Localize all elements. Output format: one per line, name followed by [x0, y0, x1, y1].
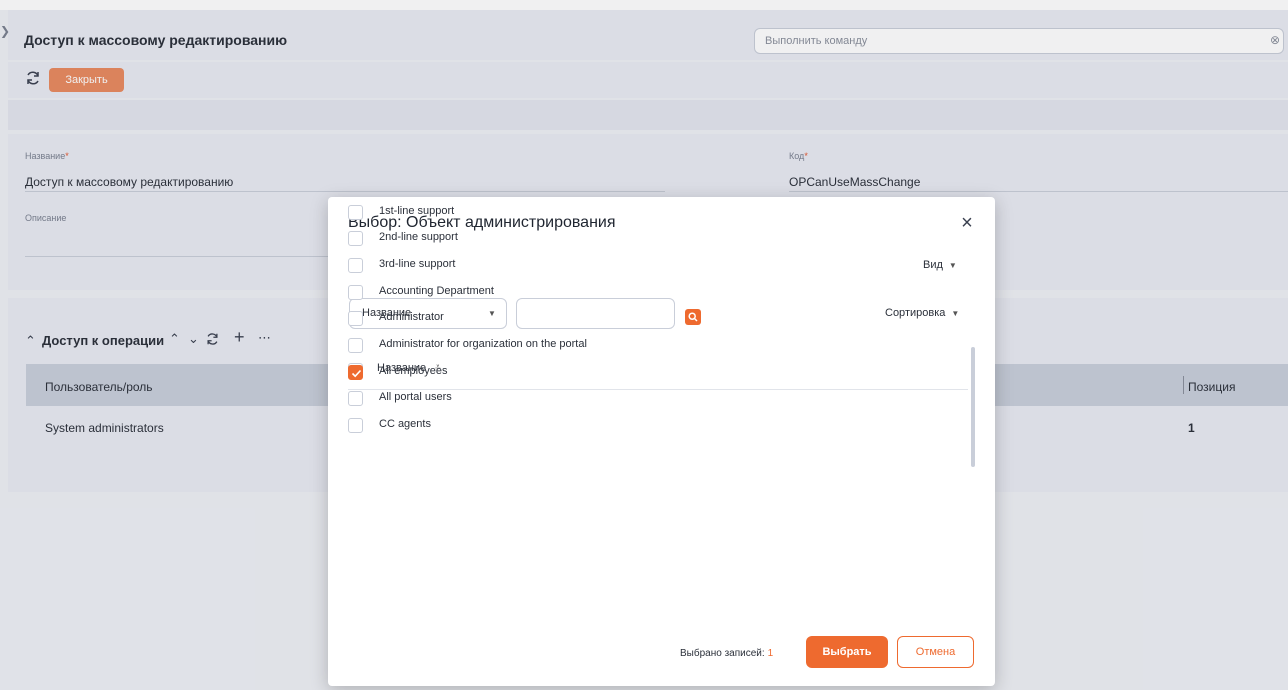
checkbox[interactable] — [348, 338, 363, 353]
list-item-label: All employees — [379, 365, 448, 377]
list-item-label: 3rd-line support — [379, 258, 456, 270]
list-item[interactable]: Accounting Department — [348, 280, 968, 306]
selected-count-label: Выбрано записей: — [680, 648, 765, 659]
list-item[interactable]: Administrator — [348, 306, 968, 332]
list-item-label: CC agents — [379, 418, 431, 430]
list-item-label: 1st-line support — [379, 205, 455, 217]
list-item-label: All portal users — [379, 391, 452, 403]
list-item[interactable]: Administrator for organization on the po… — [348, 333, 968, 359]
list-item[interactable]: All employees — [348, 360, 968, 386]
list-item-label: Accounting Department — [379, 285, 494, 297]
page: ❯ Доступ к массовому редактированию Выпо… — [0, 0, 1288, 690]
checkbox[interactable] — [348, 391, 363, 406]
checkbox-checked[interactable] — [348, 365, 363, 380]
checkbox[interactable] — [348, 311, 363, 326]
check-icon — [351, 369, 362, 378]
selected-count: Выбрано записей: 1 — [680, 648, 773, 659]
list-item[interactable]: 1st-line support — [348, 200, 968, 226]
scrollbar[interactable] — [971, 347, 975, 467]
list-item[interactable]: 3rd-line support — [348, 253, 968, 279]
list-item[interactable]: 2nd-line support — [348, 226, 968, 252]
checkbox[interactable] — [348, 231, 363, 246]
checkbox[interactable] — [348, 418, 363, 433]
selected-count-value: 1 — [767, 648, 774, 659]
select-button[interactable]: Выбрать — [806, 636, 888, 668]
list-item[interactable]: All portal users — [348, 386, 968, 412]
list-item-label: 2nd-line support — [379, 231, 458, 243]
cancel-button[interactable]: Отмена — [897, 636, 974, 668]
list-item[interactable]: CC agents — [348, 413, 968, 439]
checkbox[interactable] — [348, 285, 363, 300]
list-item-label: Administrator — [379, 311, 444, 323]
list-item-label: Administrator for organization on the po… — [379, 338, 587, 350]
checkbox[interactable] — [348, 258, 363, 273]
selection-dialog: Выбор: Объект администрирования × Вид ▼ Н… — [328, 197, 995, 686]
checkbox[interactable] — [348, 205, 363, 220]
